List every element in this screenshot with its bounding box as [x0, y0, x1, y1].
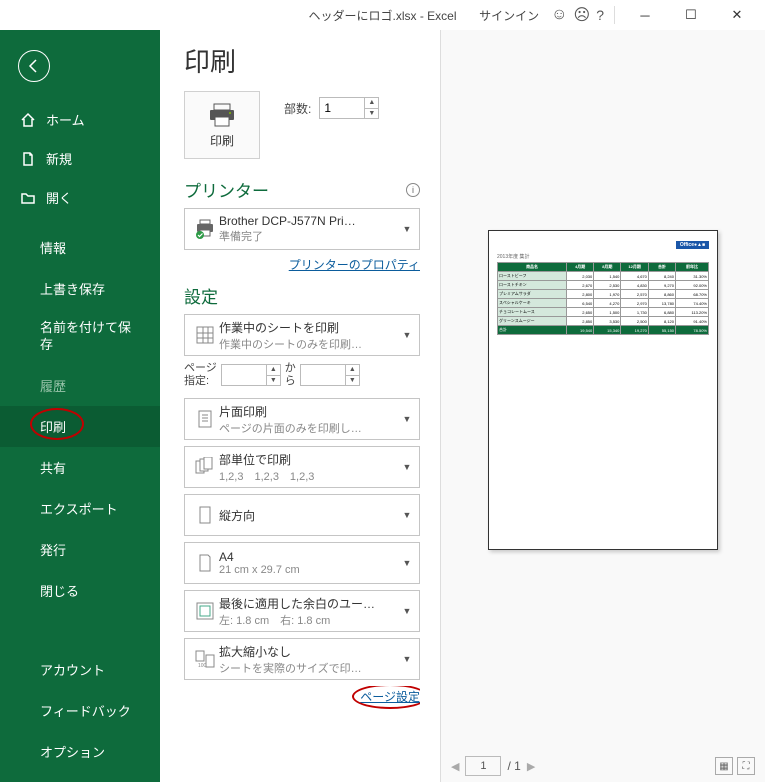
sidebar-open-label: 開く [46, 188, 72, 207]
copies-label: 部数: [284, 100, 311, 117]
svg-text:100: 100 [198, 663, 207, 669]
printer-section-head: プリンター i [184, 177, 420, 202]
sidebar-save[interactable]: 上書き保存 [0, 268, 160, 309]
new-icon [20, 151, 36, 167]
printer-dropdown[interactable]: Brother DCP-J577N Pri… 準備完了 ▼ [184, 208, 420, 250]
prev-page-button[interactable]: ◀ [451, 760, 459, 773]
sidebar-publish[interactable]: 発行 [0, 529, 160, 570]
settings-section-head: 設定 [184, 283, 420, 308]
printer-name: Brother DCP-J577N Pri… [219, 214, 401, 228]
show-margins-button[interactable]: ▦ [715, 757, 733, 775]
smile-icon[interactable]: ☺ [551, 6, 567, 24]
next-page-button[interactable]: ▶ [527, 760, 535, 773]
preview-subtitle: 2013年度 集計 [497, 253, 709, 260]
sidebar-history: 履歴 [0, 365, 160, 406]
sidebar-export[interactable]: エクスポート [0, 488, 160, 529]
page-total: / 1 [507, 759, 520, 773]
sidebar-feedback[interactable]: フィードバック [0, 690, 160, 731]
preview-table: 商品名4月期8月期12月期合計前年比ローストビーフ2,0301,5404,670… [497, 262, 709, 335]
sidebar-share[interactable]: 共有 [0, 447, 160, 488]
chevron-down-icon: ▼ [401, 330, 413, 340]
sidebar-print[interactable]: 印刷 [0, 406, 160, 447]
preview-logo: Office●▲■ [676, 241, 709, 249]
titlebar: ヘッダーにロゴ.xlsx - Excel サインイン ☺ ☹ ? ─ ☐ ✕ [0, 0, 765, 30]
sidebar-close[interactable]: 閉じる [0, 570, 160, 611]
scaling-icon: 100 [191, 649, 219, 669]
copies-spinner[interactable]: ▲▼ [364, 98, 378, 118]
print-panel: 印刷 印刷 部数: 1 ▲▼ プリンター i Brother DCP- [160, 30, 440, 782]
sidebar-saveas[interactable]: 名前を付けて保存 [0, 309, 160, 365]
page-range-row: ページ指定: ▲▼ か ら ▲▼ [184, 362, 420, 388]
help-icon[interactable]: ? [596, 7, 604, 23]
copies-input[interactable]: 1 ▲▼ [319, 97, 379, 119]
page-from-input[interactable]: ▲▼ [221, 364, 281, 386]
page-navigation: ◀ 1 / 1 ▶ [451, 756, 535, 776]
page-setup-link[interactable]: ページ設定 [360, 688, 420, 705]
chevron-down-icon: ▼ [401, 510, 413, 520]
preview-page: Office●▲■ 2013年度 集計 商品名4月期8月期12月期合計前年比ロー… [488, 230, 718, 550]
printer-status: 準備完了 [219, 228, 401, 244]
minimize-button[interactable]: ─ [625, 1, 665, 29]
frown-icon[interactable]: ☹ [574, 5, 591, 25]
chevron-down-icon: ▼ [401, 606, 413, 616]
sidebar-options[interactable]: オプション [0, 731, 160, 772]
home-icon [20, 112, 36, 128]
current-page-input[interactable]: 1 [465, 756, 501, 776]
print-scope-dropdown[interactable]: 作業中のシートを印刷 作業中のシートのみを印刷… ▼ [184, 314, 420, 356]
signin-link[interactable]: サインイン [479, 7, 539, 24]
page-title: 印刷 [184, 42, 420, 79]
margins-dropdown[interactable]: 最後に適用した余白のユー… 左: 1.8 cm 右: 1.8 cm ▼ [184, 590, 420, 632]
margins-icon [191, 601, 219, 621]
printer-properties-link[interactable]: プリンターのプロパティ [184, 256, 420, 273]
orientation-dropdown[interactable]: 縦方向 ▼ [184, 494, 420, 536]
sidebar-new-label: 新規 [46, 149, 72, 168]
maximize-button[interactable]: ☐ [671, 1, 711, 29]
sidebar-home[interactable]: ホーム [0, 100, 160, 139]
sidebar-account[interactable]: アカウント [0, 649, 160, 690]
sidebar-home-label: ホーム [46, 110, 85, 129]
printer-status-icon [191, 218, 219, 240]
pages-to-label: か ら [285, 362, 296, 388]
scaling-dropdown[interactable]: 100 拡大縮小なし シートを実際のサイズで印… ▼ [184, 638, 420, 680]
divider [614, 6, 615, 24]
close-button[interactable]: ✕ [717, 1, 757, 29]
sidebar-info[interactable]: 情報 [0, 227, 160, 268]
sides-dropdown[interactable]: 片面印刷 ページの片面のみを印刷し… ▼ [184, 398, 420, 440]
collate-dropdown[interactable]: 部単位で印刷 1,2,3 1,2,3 1,2,3 ▼ [184, 446, 420, 488]
print-button[interactable]: 印刷 [184, 91, 260, 159]
printer-icon [207, 102, 237, 128]
collate-icon [191, 457, 219, 477]
sheets-icon [191, 325, 219, 345]
page-to-input[interactable]: ▲▼ [300, 364, 360, 386]
print-preview-pane: Office●▲■ 2013年度 集計 商品名4月期8月期12月期合計前年比ロー… [440, 30, 765, 782]
sidebar-open[interactable]: 開く [0, 178, 160, 217]
printer-info-icon[interactable]: i [406, 183, 420, 197]
paper-dropdown[interactable]: A4 21 cm x 29.7 cm ▼ [184, 542, 420, 584]
back-button[interactable] [18, 50, 50, 82]
open-icon [20, 190, 36, 206]
copies-value: 1 [324, 101, 331, 115]
zoom-to-page-button[interactable]: ⛶ [737, 757, 755, 775]
paper-icon [191, 553, 219, 573]
single-side-icon [191, 409, 219, 429]
backstage-sidebar: ホーム 新規 開く 情報 上書き保存 名前を付けて保存 履歴 印刷 共有 エクス… [0, 30, 160, 782]
sidebar-new[interactable]: 新規 [0, 139, 160, 178]
chevron-down-icon: ▼ [401, 414, 413, 424]
portrait-icon [191, 505, 219, 525]
chevron-down-icon: ▼ [401, 462, 413, 472]
chevron-down-icon: ▼ [401, 224, 413, 234]
print-button-label: 印刷 [210, 132, 234, 149]
chevron-down-icon: ▼ [401, 558, 413, 568]
chevron-down-icon: ▼ [401, 654, 413, 664]
